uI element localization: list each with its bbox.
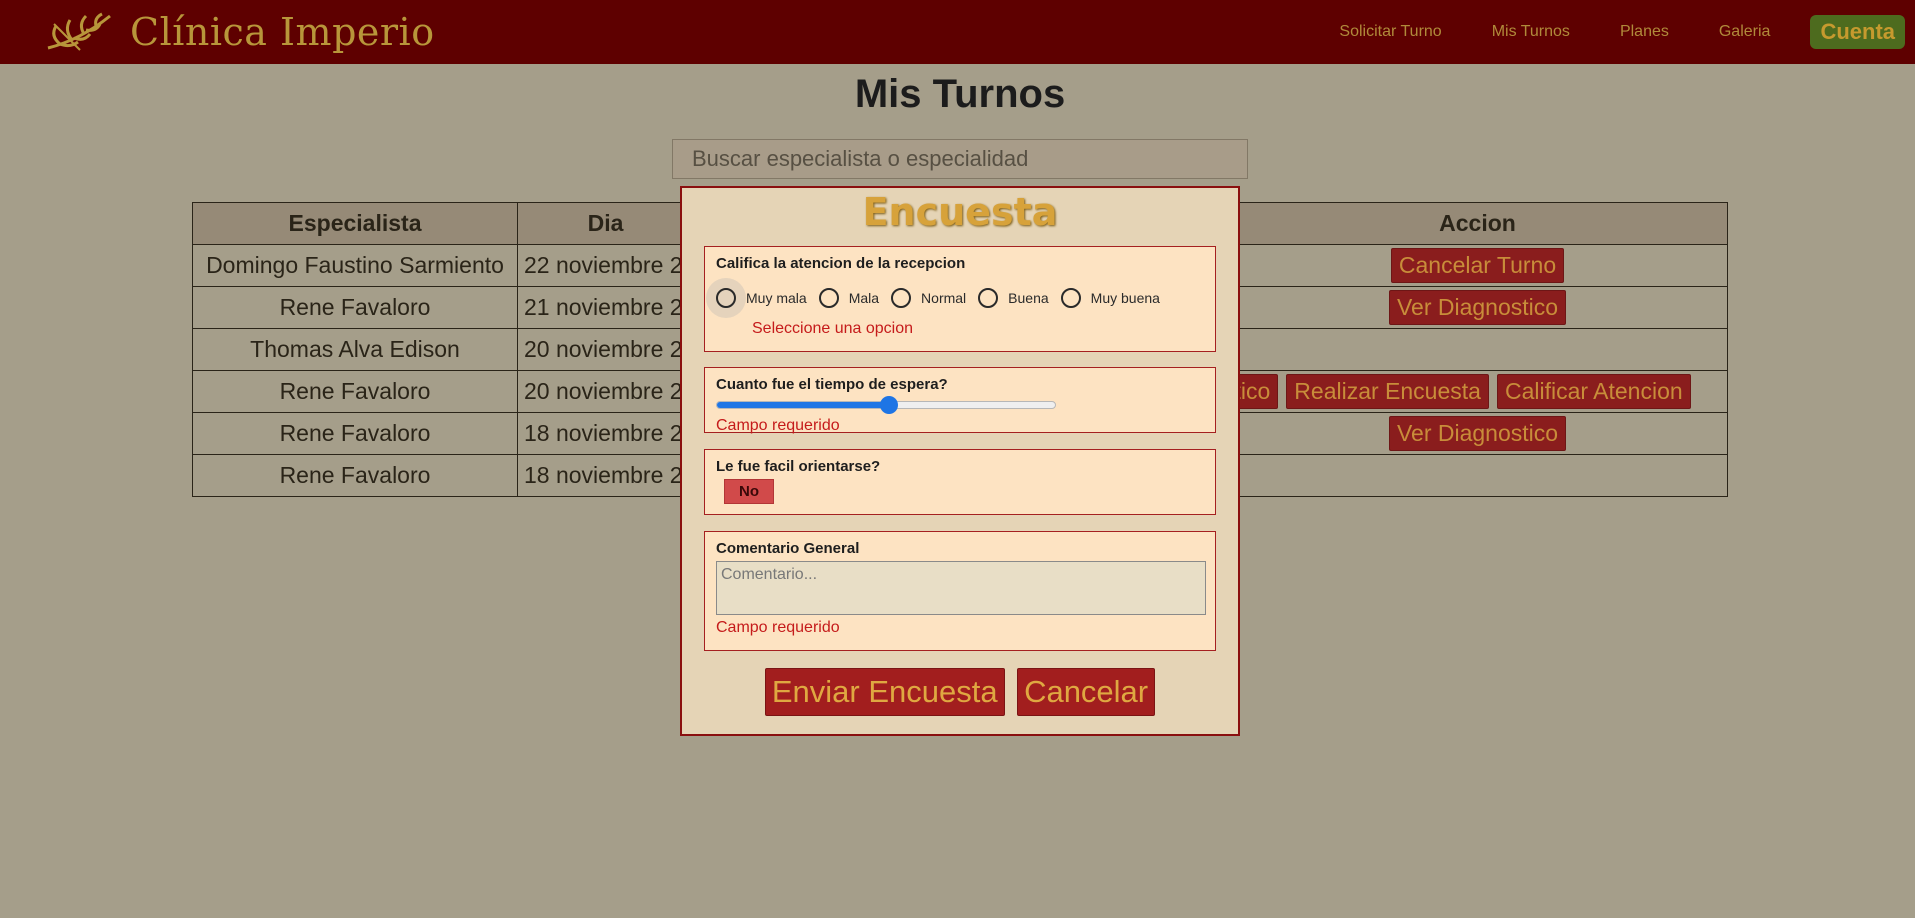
radio-button[interactable] bbox=[1060, 288, 1081, 308]
header-dia: Dia bbox=[517, 202, 688, 245]
nav-links: Solicitar Turno Mis Turnos Planes Galeri… bbox=[1289, 0, 1905, 64]
cell-accion: Ver Diagnostico bbox=[1227, 286, 1728, 329]
action-button[interactable]: Ver Diagnostico bbox=[1388, 290, 1567, 325]
nav-planes[interactable]: Planes bbox=[1620, 23, 1669, 41]
cell-dia: 18 noviembre 2 bbox=[517, 454, 688, 497]
cell-dia: 22 noviembre 2 bbox=[517, 244, 688, 287]
error-message: Campo requerido bbox=[716, 417, 840, 434]
radio-button[interactable] bbox=[716, 288, 736, 308]
cell-accion: Ver Diagnostico bbox=[1227, 412, 1728, 455]
encuesta-modal: Encuesta Califica la atencion de la rece… bbox=[680, 186, 1240, 736]
nav-solicitar-turno[interactable]: Solicitar Turno bbox=[1339, 23, 1441, 41]
nav-mis-turnos[interactable]: Mis Turnos bbox=[1492, 23, 1570, 41]
cell-accion bbox=[1227, 454, 1728, 497]
radio-option-muy-mala[interactable]: Muy mala bbox=[706, 278, 807, 318]
cell-accion bbox=[1227, 328, 1728, 371]
cell-accion: Cancelar Turno bbox=[1227, 244, 1728, 287]
action-button[interactable]: Ver Diagnostico bbox=[1388, 416, 1567, 451]
radio-focus-halo bbox=[706, 278, 746, 318]
slider-thumb[interactable] bbox=[880, 396, 899, 414]
radio-label: Mala bbox=[848, 290, 880, 306]
cell-accion: stico Realizar Encuesta Calificar Atencion bbox=[1216, 370, 1728, 413]
section-tiempo-espera: Cuanto fue el tiempo de espera? Campo re… bbox=[704, 367, 1216, 434]
header-especialista: Especialista bbox=[192, 202, 518, 245]
modal-title: Encuesta bbox=[862, 190, 1058, 234]
action-button[interactable]: Calificar Atencion bbox=[1496, 374, 1691, 409]
search-input[interactable] bbox=[672, 139, 1248, 179]
slider-fill bbox=[717, 402, 890, 408]
header-accion: Accion bbox=[1227, 202, 1728, 245]
cell-dia: 18 noviembre 2 bbox=[517, 412, 688, 455]
question-label: Califica la atencion de la recepcion bbox=[716, 255, 966, 272]
cell-dia: 21 noviembre 2 bbox=[517, 286, 688, 329]
cancel-button[interactable]: Cancelar bbox=[1017, 668, 1156, 716]
brand[interactable]: Clínica Imperio bbox=[40, 8, 435, 56]
question-label: Le fue facil orientarse? bbox=[716, 458, 881, 475]
brand-name: Clínica Imperio bbox=[130, 10, 435, 54]
radio-option-mala[interactable]: Mala bbox=[818, 288, 880, 308]
section-recepcion: Califica la atencion de la recepcion Muy… bbox=[704, 246, 1216, 352]
question-label: Comentario General bbox=[716, 540, 860, 557]
cell-dia: 20 noviembre 2 bbox=[517, 370, 688, 413]
radio-button[interactable] bbox=[818, 288, 839, 308]
cell-especialista: Rene Favaloro bbox=[192, 370, 518, 413]
cell-especialista: Domingo Faustino Sarmiento bbox=[192, 244, 518, 287]
wait-time-slider[interactable] bbox=[716, 396, 1056, 414]
action-button[interactable]: Realizar Encuesta bbox=[1286, 374, 1489, 409]
no-toggle-button[interactable]: No bbox=[724, 479, 774, 504]
account-button[interactable]: Cuenta bbox=[1810, 15, 1905, 49]
question-label: Cuanto fue el tiempo de espera? bbox=[716, 376, 948, 393]
rating-radio-group: Muy mala Mala Normal Buena Muy buena bbox=[706, 278, 1204, 318]
radio-label: Muy buena bbox=[1090, 290, 1160, 306]
cell-especialista: Rene Favaloro bbox=[192, 412, 518, 455]
action-button[interactable]: Cancelar Turno bbox=[1390, 248, 1565, 283]
radio-option-muy-buena[interactable]: Muy buena bbox=[1060, 288, 1160, 308]
cell-especialista: Rene Favaloro bbox=[192, 454, 518, 497]
modal-footer: Enviar Encuesta Cancelar bbox=[682, 668, 1238, 716]
send-survey-button[interactable]: Enviar Encuesta bbox=[764, 668, 1005, 716]
nav-galeria[interactable]: Galeria bbox=[1719, 23, 1771, 41]
radio-option-normal[interactable]: Normal bbox=[891, 288, 966, 308]
laurel-logo-icon bbox=[47, 12, 111, 51]
radio-button[interactable] bbox=[978, 288, 999, 308]
error-message: Campo requerido bbox=[716, 619, 840, 636]
radio-label: Normal bbox=[921, 290, 967, 306]
section-orientarse: Le fue facil orientarse? No bbox=[704, 449, 1216, 515]
cell-especialista: Rene Favaloro bbox=[192, 286, 518, 329]
error-message: Seleccione una opcion bbox=[752, 320, 914, 337]
cell-dia: 20 noviembre 2 bbox=[517, 328, 688, 371]
radio-button[interactable] bbox=[891, 288, 912, 308]
radio-option-buena[interactable]: Buena bbox=[978, 288, 1049, 308]
page-title: Mis Turnos bbox=[854, 72, 1066, 116]
navbar: Clínica Imperio Solicitar Turno Mis Turn… bbox=[0, 0, 1915, 64]
radio-label: Muy mala bbox=[746, 290, 807, 306]
comment-textarea[interactable] bbox=[716, 561, 1206, 615]
radio-label: Buena bbox=[1008, 290, 1049, 306]
section-comentario: Comentario General Campo requerido bbox=[704, 531, 1216, 651]
cell-especialista: Thomas Alva Edison bbox=[192, 328, 518, 371]
